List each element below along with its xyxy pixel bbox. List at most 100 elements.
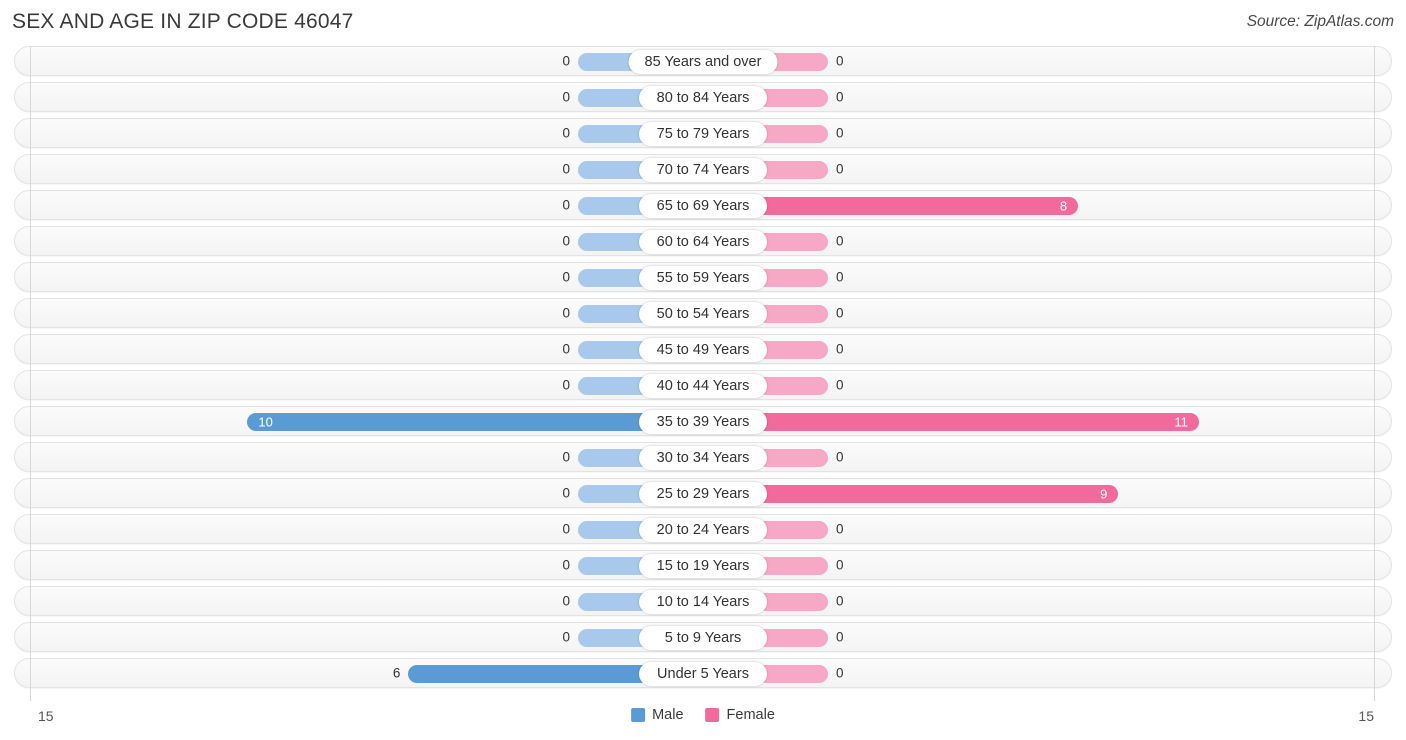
age-group-label: 85 Years and over — [628, 50, 778, 74]
row-track: 0 0 5 to 9 Years — [15, 623, 1391, 651]
table-row[interactable]: 0 0 45 to 49 Years — [14, 334, 1392, 364]
male-swatch — [631, 708, 646, 722]
row-track: 10 11 35 to 39 Years — [15, 407, 1391, 435]
age-group-rows: 0 0 85 Years and over 0 0 80 to 84 Years 0 0 75 … — [0, 46, 1406, 694]
female-bar[interactable]: 11 — [756, 413, 1199, 431]
table-row[interactable]: 0 0 85 Years and over — [14, 46, 1392, 76]
legend-label: Male — [652, 707, 684, 723]
female-value-label: 0 — [836, 161, 844, 177]
chart-plot-area: 0 0 85 Years and over 0 0 80 to 84 Years 0 0 75 … — [0, 46, 1406, 701]
female-value-label: 0 — [836, 89, 844, 105]
male-value-label: 0 — [562, 161, 570, 177]
female-value-label: 0 — [836, 269, 844, 285]
male-bar[interactable] — [408, 665, 650, 683]
row-track: 0 0 50 to 54 Years — [15, 299, 1391, 327]
female-value-label: 0 — [836, 629, 844, 645]
table-row[interactable]: 0 0 75 to 79 Years — [14, 118, 1392, 148]
chart-legend: Male Female — [631, 707, 775, 723]
male-value-label: 0 — [562, 341, 570, 357]
row-track: 0 9 25 to 29 Years — [15, 479, 1391, 507]
chart-header: SEX AND AGE IN ZIP CODE 46047 Source: Zi… — [0, 0, 1406, 46]
row-track: 0 0 75 to 79 Years — [15, 119, 1391, 147]
table-row[interactable]: 0 0 70 to 74 Years — [14, 154, 1392, 184]
age-group-label: 5 to 9 Years — [639, 626, 767, 650]
axis-line-left — [30, 46, 31, 701]
age-group-label: 50 to 54 Years — [639, 302, 767, 326]
male-value-label: 0 — [562, 485, 570, 501]
age-group-label: 10 to 14 Years — [639, 590, 767, 614]
female-value-label: 0 — [836, 233, 844, 249]
table-row[interactable]: 0 0 55 to 59 Years — [14, 262, 1392, 292]
row-track: 0 0 30 to 34 Years — [15, 443, 1391, 471]
male-value-label: 0 — [562, 53, 570, 69]
age-group-label: 45 to 49 Years — [639, 338, 767, 362]
female-value-label: 11 — [1174, 414, 1188, 430]
table-row[interactable]: 0 0 15 to 19 Years — [14, 550, 1392, 580]
age-group-label: 30 to 34 Years — [639, 446, 767, 470]
table-row[interactable]: 0 0 80 to 84 Years — [14, 82, 1392, 112]
row-track: 0 0 55 to 59 Years — [15, 263, 1391, 291]
male-value-label: 0 — [562, 377, 570, 393]
age-group-label: 35 to 39 Years — [639, 410, 767, 434]
chart-footer: 15 Male Female 15 — [0, 701, 1406, 740]
age-group-label: 25 to 29 Years — [639, 482, 767, 506]
age-group-label: Under 5 Years — [639, 662, 767, 686]
table-row[interactable]: 0 0 40 to 44 Years — [14, 370, 1392, 400]
age-group-label: 65 to 69 Years — [639, 194, 767, 218]
male-value-label: 0 — [562, 197, 570, 213]
table-row[interactable]: 0 0 5 to 9 Years — [14, 622, 1392, 652]
row-track: 0 0 10 to 14 Years — [15, 587, 1391, 615]
row-track: 0 0 20 to 24 Years — [15, 515, 1391, 543]
source-attribution: Source: ZipAtlas.com — [1246, 13, 1394, 30]
row-track: 6 0 Under 5 Years — [15, 659, 1391, 687]
table-row[interactable]: 0 0 60 to 64 Years — [14, 226, 1392, 256]
male-value-label: 0 — [562, 629, 570, 645]
age-group-label: 55 to 59 Years — [639, 266, 767, 290]
male-value-label: 0 — [562, 305, 570, 321]
table-row[interactable]: 0 0 10 to 14 Years — [14, 586, 1392, 616]
table-row[interactable]: 0 9 25 to 29 Years — [14, 478, 1392, 508]
male-value-label: 0 — [562, 521, 570, 537]
age-group-label: 70 to 74 Years — [639, 158, 767, 182]
female-value-label: 0 — [836, 53, 844, 69]
table-row[interactable]: 10 11 35 to 39 Years — [14, 406, 1392, 436]
female-value-label: 0 — [836, 377, 844, 393]
axis-tick-right: 15 — [1358, 708, 1374, 724]
legend-label: Female — [726, 707, 775, 723]
table-row[interactable]: 0 0 20 to 24 Years — [14, 514, 1392, 544]
row-track: 0 0 15 to 19 Years — [15, 551, 1391, 579]
age-group-label: 80 to 84 Years — [639, 86, 767, 110]
female-value-label: 0 — [836, 125, 844, 141]
legend-item[interactable]: Male — [631, 707, 684, 723]
female-value-label: 0 — [836, 665, 844, 681]
female-value-label: 0 — [836, 557, 844, 573]
table-row[interactable]: 0 8 65 to 69 Years — [14, 190, 1392, 220]
female-value-label: 0 — [836, 305, 844, 321]
row-track: 0 0 70 to 74 Years — [15, 155, 1391, 183]
age-group-label: 40 to 44 Years — [639, 374, 767, 398]
male-value-label: 0 — [562, 269, 570, 285]
table-row[interactable]: 0 0 50 to 54 Years — [14, 298, 1392, 328]
row-track: 0 0 40 to 44 Years — [15, 371, 1391, 399]
female-value-label: 8 — [1059, 198, 1068, 214]
female-swatch — [705, 708, 720, 722]
row-track: 0 0 45 to 49 Years — [15, 335, 1391, 363]
table-row[interactable]: 6 0 Under 5 Years — [14, 658, 1392, 688]
male-value-label: 0 — [562, 89, 570, 105]
male-value-label: 6 — [392, 665, 401, 681]
age-group-label: 15 to 19 Years — [639, 554, 767, 578]
table-row[interactable]: 0 0 30 to 34 Years — [14, 442, 1392, 472]
row-track: 0 8 65 to 69 Years — [15, 191, 1391, 219]
row-track: 0 0 60 to 64 Years — [15, 227, 1391, 255]
axis-line-right — [1374, 46, 1375, 701]
age-group-label: 20 to 24 Years — [639, 518, 767, 542]
male-value-label: 0 — [562, 557, 570, 573]
male-value-label: 0 — [562, 449, 570, 465]
female-bar[interactable]: 9 — [756, 485, 1119, 503]
legend-item[interactable]: Female — [705, 707, 775, 723]
male-bar[interactable]: 10 — [247, 413, 650, 431]
female-bar[interactable]: 8 — [756, 197, 1079, 215]
age-group-label: 75 to 79 Years — [639, 122, 767, 146]
male-value-label: 0 — [562, 233, 570, 249]
row-track: 0 0 80 to 84 Years — [15, 83, 1391, 111]
